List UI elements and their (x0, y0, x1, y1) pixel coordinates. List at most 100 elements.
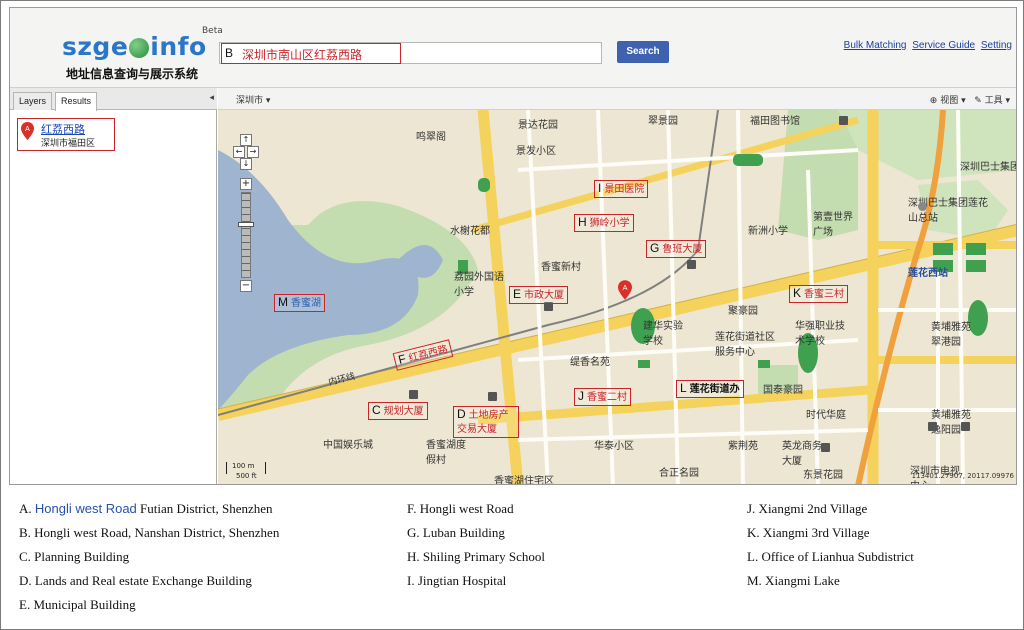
legend-item-m: M. Xiangmi Lake (747, 573, 840, 588)
figure-frame: szge info Beta 地址信息查询与展示系统 B 深圳市南山区红荔西路 S… (0, 0, 1024, 630)
svg-text:A: A (622, 283, 627, 292)
zoom-in-icon[interactable]: + (240, 178, 252, 190)
callout-h: H 狮岭小学 (574, 214, 634, 232)
legend-col-2: F. Hongli west Road G. Luban Building H.… (407, 501, 545, 597)
top-links: Bulk Matching Service Guide Setting (841, 40, 1012, 51)
logo-subtitle: 地址信息查询与展示系统 (66, 67, 199, 81)
map-label: 香蜜新村 (541, 262, 581, 273)
callout-j: J 香蜜二村 (574, 388, 631, 406)
callout-b: B 深圳市南山区红荔西路 (221, 43, 401, 64)
zoom-slider-handle[interactable] (238, 222, 254, 227)
figure-legend: A. Hongli west Road Futian District, She… (9, 491, 1017, 621)
sidebar: Layers Results ◂ A 红荔西路 深圳市福田区 (10, 88, 217, 484)
result-subtitle: 深圳市福田区 (41, 139, 96, 149)
site-logo[interactable]: szge info Beta 地址信息查询与展示系统 (62, 26, 223, 81)
map-label: 景发小区 (516, 146, 556, 157)
building-icon (409, 390, 418, 399)
callout-g: G 鲁班大厦 (646, 240, 707, 258)
zoom-slider[interactable] (241, 192, 251, 278)
map-canvas[interactable]: 鸣翠阁 景达花园 景发小区 翠景园 福田图书馆 水榭花都 荔园外国语小学 香蜜新… (218, 110, 1016, 485)
map-label: 聚豪园 (728, 306, 758, 317)
legend-item-k: K. Xiangmi 3rd Village (747, 525, 870, 540)
view-dropdown[interactable]: 视图 ▾ (940, 96, 965, 106)
legend-item-d: D. Lands and Real estate Exchange Buildi… (19, 573, 252, 588)
bus-station-icon (918, 202, 927, 211)
map-label: 紫荆苑 (728, 441, 758, 452)
chevron-left-icon[interactable]: ◂ (209, 93, 214, 103)
header-bar: szge info Beta 地址信息查询与展示系统 B 深圳市南山区红荔西路 S… (10, 8, 1016, 88)
map-label: 黄埔雅苑逸阳园 (931, 410, 971, 436)
tools-dropdown[interactable]: 工具 ▾ (985, 96, 1010, 106)
svg-text:A: A (25, 126, 30, 133)
tools-icon: ✎ (974, 96, 982, 106)
map-label: 第壹世界广场 (813, 212, 853, 238)
map-label: 国泰豪园 (763, 385, 803, 396)
tab-layers[interactable]: Layers (13, 92, 53, 110)
legend-col-3: J. Xiangmi 2nd Village K. Xiangmi 3rd Vi… (747, 501, 914, 597)
callout-l: L 莲花街道办 (676, 380, 744, 398)
map-label: 深圳巴士集团莲花山总站 (960, 162, 1016, 173)
coordinate-readout: 113401.27907, 20117.09976 (911, 472, 1014, 480)
map-label: 鸣翠阁 (416, 132, 446, 143)
city-dropdown[interactable]: 深圳市 ▾ (236, 93, 270, 106)
map-label: 建华实验学校 (643, 321, 683, 347)
legend-item-j: J. Xiangmi 2nd Village (747, 501, 868, 516)
map-label: 新洲小学 (748, 226, 788, 237)
map-label: 莲花街道社区服务中心 (715, 332, 775, 358)
map-label: 香蜜湖度假村 (426, 440, 466, 466)
map-marker-icon[interactable]: A (618, 280, 632, 300)
result-item[interactable]: A 红荔西路 深圳市福田区 (17, 118, 115, 151)
callout-c: C 规划大厦 (368, 402, 428, 420)
building-icon (687, 260, 696, 269)
callout-d: D 土地房产交易大厦 (453, 406, 519, 438)
setting-link[interactable]: Setting (981, 40, 1012, 51)
map-label: 黄埔雅苑翠港园 (931, 322, 971, 348)
search-input[interactable]: B 深圳市南山区红荔西路 (219, 42, 602, 64)
legend-item-g: G. Luban Building (407, 525, 505, 540)
callout-k: K 香蜜三村 (789, 285, 849, 303)
callout-letter: B (225, 46, 234, 60)
callout-e: E 市政大厦 (509, 286, 569, 304)
map-label: 香蜜湖住宅区 (494, 476, 554, 485)
beta-badge: Beta (202, 26, 223, 36)
map-label: 华泰小区 (594, 441, 634, 452)
zoom-out-icon[interactable]: − (240, 280, 252, 292)
map-label: 中国娱乐城 (323, 440, 373, 451)
legend-item-b: B. Hongli west Road, Nanshan District, S… (19, 525, 280, 540)
building-icon (821, 443, 830, 452)
map-toolbar: 深圳市 ▾ ⊕ 视图 ▾ ✎ 工具 ▾ (218, 88, 1016, 110)
legend-item-f: F. Hongli west Road (407, 501, 514, 516)
map-label: 水榭花都 (450, 226, 490, 237)
pan-left-icon[interactable]: ← (233, 146, 245, 158)
legend-item-c: C. Planning Building (19, 549, 130, 564)
scale-imperial: 500 ft (236, 472, 257, 480)
zoom-control: ↑ ← → ↓ + − (233, 134, 259, 294)
map-label: 缇香名苑 (570, 357, 610, 368)
bulk-matching-link[interactable]: Bulk Matching (844, 40, 907, 51)
pan-right-icon[interactable]: → (247, 146, 259, 158)
legend-item-l: L. Office of Lianhua Subdistrict (747, 549, 914, 564)
building-icon (928, 422, 937, 431)
map-label: 华强职业技术学校 (795, 321, 845, 347)
pan-down-icon[interactable]: ↓ (240, 158, 252, 170)
legend-item-e: E. Municipal Building (19, 597, 136, 612)
map-label: 莲花西站 (908, 268, 948, 279)
map-label: 翠景园 (648, 116, 678, 127)
service-guide-link[interactable]: Service Guide (912, 40, 975, 51)
legend-item-i: I. Jingtian Hospital (407, 573, 507, 588)
search-input-value: 深圳市南山区红荔西路 (242, 48, 363, 62)
legend-item-h: H. Shiling Primary School (407, 549, 545, 564)
callout-m: M 香蜜湖 (274, 294, 325, 312)
search-button[interactable]: Search (617, 41, 669, 63)
pan-up-icon[interactable]: ↑ (240, 134, 252, 146)
building-icon (961, 422, 970, 431)
scale-metric: 100 m (232, 462, 255, 470)
legend-item-a: A. Hongli west Road Futian District, She… (19, 501, 273, 516)
result-title[interactable]: 红荔西路 (41, 121, 85, 137)
logo-text: szge info (62, 32, 207, 61)
map-label: 英龙商务大厦 (782, 441, 822, 467)
legend-col-1: A. Hongli west Road Futian District, She… (19, 501, 279, 621)
building-icon (488, 392, 497, 401)
callout-i: I 景田医院 (594, 180, 649, 198)
tab-results[interactable]: Results (55, 92, 98, 111)
